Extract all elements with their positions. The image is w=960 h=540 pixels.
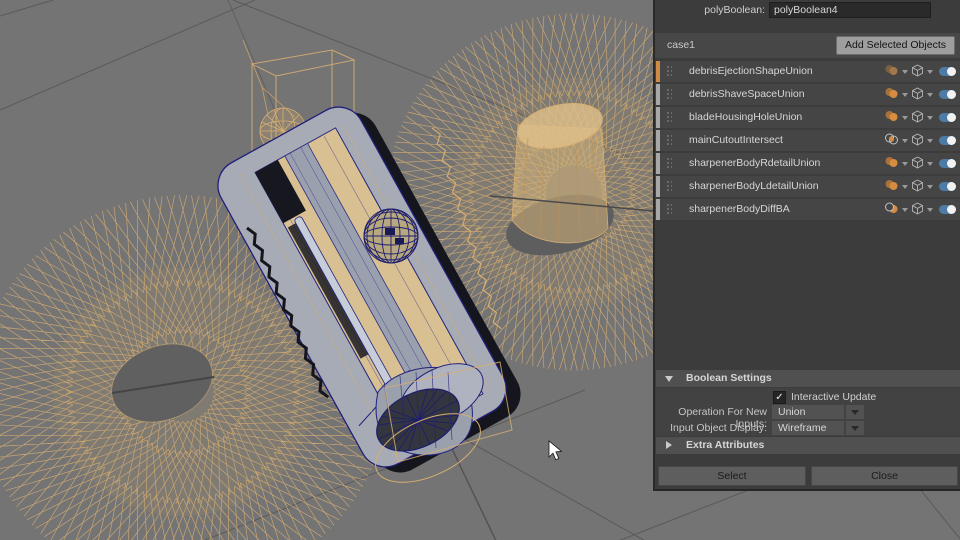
boolean-op-icon[interactable] [884,133,899,148]
add-selected-objects-button[interactable]: Add Selected Objects [836,36,955,55]
select-button[interactable]: Select [658,466,806,486]
enable-toggle[interactable] [939,159,956,168]
node-name-label: polyBoolean: [655,4,765,16]
object-cube-icon[interactable] [911,202,924,218]
extra-attributes-header[interactable]: Extra Attributes [656,437,960,454]
enable-toggle[interactable] [939,67,956,76]
chevron-down-icon[interactable] [927,208,933,212]
node-name-field[interactable]: polyBoolean4 [769,2,931,18]
drag-handle-icon[interactable] [666,88,672,101]
toggle-knob [947,159,956,168]
wireframe-disc-left-hub [53,268,313,516]
boolean-settings-header[interactable]: Boolean Settings [656,370,960,387]
chevron-down-icon [851,410,859,415]
enable-toggle[interactable] [939,205,956,214]
operation-dropdown[interactable]: Union [772,405,844,419]
boolean-op-icon[interactable] [884,87,899,102]
object-cube-icon[interactable] [911,87,924,103]
list-item[interactable]: debrisShaveSpaceUnion [655,84,960,105]
interactive-update-checkbox[interactable]: ✓ [773,391,786,404]
display-dropdown-arrow[interactable] [846,421,864,435]
boolean-op-icon[interactable] [884,202,899,217]
enable-toggle[interactable] [939,136,956,145]
toggle-knob [947,90,956,99]
toggle-knob [947,136,956,145]
boolean-op-icon[interactable] [884,179,899,194]
node-name-bar: polyBoolean: polyBoolean4 [655,0,960,28]
chevron-down-icon[interactable] [902,162,908,166]
list-item[interactable]: sharpenerBodyLdetailUnion [655,176,960,197]
drag-handle-icon[interactable] [666,65,672,78]
chevron-down-icon [851,426,859,431]
collapse-triangle-icon [665,376,673,382]
toggle-knob [947,113,956,122]
row-color-bar [656,153,660,174]
drag-handle-icon[interactable] [666,134,672,147]
chevron-down-icon[interactable] [927,185,933,189]
chevron-down-icon[interactable] [927,116,933,120]
chevron-down-icon[interactable] [902,139,908,143]
list-item[interactable]: sharpenerBodyDiffBA [655,199,960,220]
case-title: case1 [667,33,695,58]
row-label: sharpenerBodyRdetailUnion [689,153,820,174]
boolean-stack-panel: polyBoolean: polyBoolean4 case1 Add Sele… [653,0,960,491]
boolean-op-icon[interactable] [884,110,899,125]
row-label: bladeHousingHoleUnion [689,107,802,128]
chevron-down-icon[interactable] [927,139,933,143]
list-item[interactable]: mainCutoutIntersect [655,130,960,151]
object-cube-icon[interactable] [911,64,924,80]
drag-handle-icon[interactable] [666,157,672,170]
wireframe-sphere [364,209,418,263]
close-button[interactable]: Close [811,466,958,486]
panel-footer: Select Close [655,466,960,486]
object-cube-icon[interactable] [911,133,924,149]
row-label: mainCutoutIntersect [689,130,783,151]
list-item[interactable]: debrisEjectionShapeUnion [655,61,960,82]
row-color-bar [656,130,660,151]
interactive-update-label: Interactive Update [791,391,876,404]
case-header: case1 Add Selected Objects [655,33,960,58]
row-color-bar [656,107,660,128]
boolean-operand-list: debrisEjectionShapeUnion debrisShaveSpac… [655,61,960,222]
row-label: sharpenerBodyDiffBA [689,199,790,220]
enable-toggle[interactable] [939,90,956,99]
boolean-op-icon[interactable] [884,156,899,171]
drag-handle-icon[interactable] [666,111,672,124]
expand-triangle-icon [666,441,672,449]
row-label: debrisEjectionShapeUnion [689,61,813,82]
chevron-down-icon[interactable] [902,116,908,120]
row-label: debrisShaveSpaceUnion [689,84,805,105]
display-dropdown[interactable]: Wireframe [772,421,844,435]
chevron-down-icon[interactable] [902,208,908,212]
operation-dropdown-arrow[interactable] [846,405,864,419]
chevron-down-icon[interactable] [902,93,908,97]
enable-toggle[interactable] [939,113,956,122]
row-color-bar [656,176,660,197]
list-item[interactable]: sharpenerBodyRdetailUnion [655,153,960,174]
chevron-down-icon[interactable] [927,93,933,97]
chevron-down-icon[interactable] [902,70,908,74]
chevron-down-icon[interactable] [927,162,933,166]
drag-handle-icon[interactable] [666,203,672,216]
drag-handle-icon[interactable] [666,180,672,193]
toggle-knob [947,205,956,214]
row-color-bar [656,84,660,105]
object-cube-icon[interactable] [911,110,924,126]
object-cube-icon[interactable] [911,156,924,172]
toggle-knob [947,67,956,76]
toggle-knob [947,182,956,191]
chevron-down-icon[interactable] [902,185,908,189]
list-item[interactable]: bladeHousingHoleUnion [655,107,960,128]
row-color-bar [656,199,660,220]
display-label: Input Object Display: [655,422,767,434]
row-label: sharpenerBodyLdetailUnion [689,176,819,197]
enable-toggle[interactable] [939,182,956,191]
chevron-down-icon[interactable] [927,70,933,74]
boolean-op-icon[interactable] [884,64,899,79]
object-cube-icon[interactable] [911,179,924,195]
row-color-bar [656,61,660,82]
